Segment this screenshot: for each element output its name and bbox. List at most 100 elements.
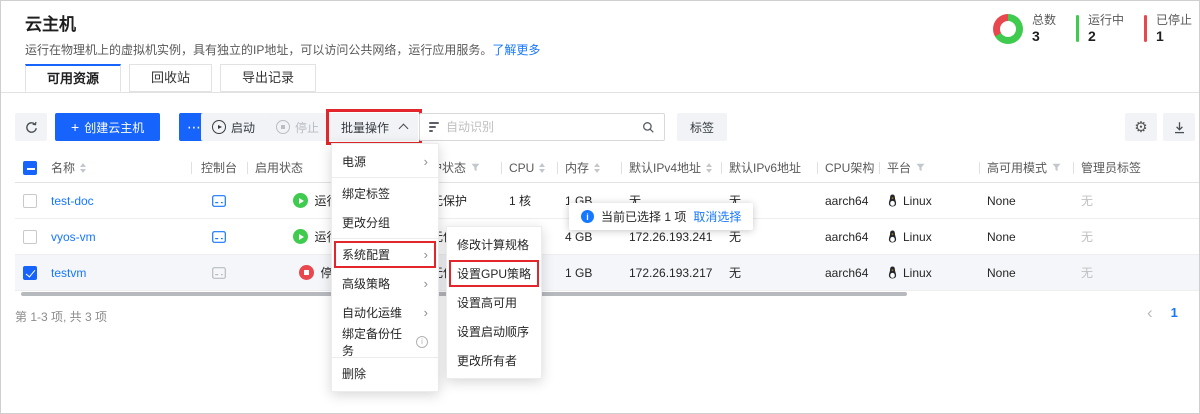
ipv4-value: 172.26.193.241 xyxy=(621,230,721,244)
sort-icon[interactable] xyxy=(80,163,86,173)
description-text: 运行在物理机上的虚拟机实例，具有独立的IP地址，可以访问公共网络，运行应用服务。 xyxy=(25,43,492,57)
status-donut-chart xyxy=(993,14,1023,44)
arch-value: aarch64 xyxy=(817,266,879,280)
submenu-item-set-gpu-policy[interactable]: 设置GPU策略 xyxy=(447,259,541,288)
tag-button[interactable]: 标签 xyxy=(677,113,727,141)
cpu-value: 1 核 xyxy=(501,192,557,209)
memory-value: 1 GB xyxy=(557,266,621,280)
menu-item-power[interactable]: 电源› xyxy=(332,147,438,176)
ha-value: None xyxy=(979,194,1073,208)
submenu-item-set-high-availability[interactable]: 设置高可用 xyxy=(447,288,541,317)
submenu-arrow-icon: › xyxy=(424,154,428,169)
row-checkbox[interactable] xyxy=(23,194,37,208)
col-platform[interactable]: 平台 xyxy=(879,159,979,176)
submenu-item-set-boot-order[interactable]: 设置启动顺序 xyxy=(447,317,541,346)
batch-operations-menu: 电源› 绑定标签 更改分组 系统配置› 高级策略› 自动化运维› 绑定备份任务i… xyxy=(331,143,439,392)
table-header-row: 名称 控制台 启用状态 保护状态 CPU 内存 默认IPv4地址 默认IPv6地… xyxy=(15,153,1199,183)
current-page[interactable]: 1 xyxy=(1171,305,1178,320)
refresh-button[interactable] xyxy=(15,113,47,141)
col-cpu-arch[interactable]: CPU架构 xyxy=(817,159,879,176)
prev-page-icon[interactable]: ‹ xyxy=(1147,304,1153,321)
menu-item-system-config[interactable]: 系统配置› xyxy=(332,240,438,269)
vm-name-link[interactable]: test-doc xyxy=(51,194,94,208)
search-input[interactable] xyxy=(446,120,635,134)
export-download-button[interactable] xyxy=(1163,113,1195,141)
col-ha-mode[interactable]: 高可用模式 xyxy=(979,159,1073,176)
admin-tag-value: 无 xyxy=(1073,264,1199,281)
platform-text: Linux xyxy=(903,266,932,280)
menu-item-automation-ops[interactable]: 自动化运维› xyxy=(332,298,438,327)
menu-item-change-group[interactable]: 更改分组 xyxy=(332,208,438,237)
learn-more-link[interactable]: 了解更多 xyxy=(492,43,540,57)
menu-item-delete[interactable]: 删除 xyxy=(332,359,438,388)
stop-button[interactable]: 停止 xyxy=(265,113,330,141)
tab-export-records[interactable]: 导出记录 xyxy=(220,64,316,92)
menu-item-advanced-policy[interactable]: 高级策略› xyxy=(332,269,438,298)
row-checkbox[interactable] xyxy=(23,266,37,280)
console-icon[interactable] xyxy=(212,195,226,207)
stat-running-label: 运行中 xyxy=(1088,13,1124,27)
page-header: 云主机 运行在物理机上的虚拟机实例，具有独立的IP地址，可以访问公共网络，运行应… xyxy=(1,1,1199,58)
menu-item-bind-backup-task[interactable]: 绑定备份任务i xyxy=(332,327,438,356)
create-vm-button[interactable]: + 创建云主机 xyxy=(55,113,160,141)
stat-stopped-value: 1 xyxy=(1156,29,1192,44)
stat-total-label: 总数 xyxy=(1032,13,1056,27)
toolbar: + 创建云主机 ⋯ 启动 停止 批量操作 标签 ⚙ xyxy=(1,113,1199,141)
linux-tux-icon xyxy=(887,194,898,207)
system-config-submenu: 修改计算规格 设置GPU策略 设置高可用 设置启动顺序 更改所有者 xyxy=(446,226,542,379)
col-ipv4[interactable]: 默认IPv4地址 xyxy=(621,159,721,176)
status-stats: 总数 3 运行中 2 已停止 1 xyxy=(993,13,1200,44)
chevron-up-icon xyxy=(399,124,409,134)
search-icon[interactable] xyxy=(642,121,655,134)
stat-running: 运行中 2 xyxy=(1076,13,1124,44)
submenu-arrow-icon: › xyxy=(424,276,428,291)
platform-text: Linux xyxy=(903,194,932,208)
vm-name-link[interactable]: vyos-vm xyxy=(51,230,96,244)
memory-value: 4 GB xyxy=(557,230,621,244)
sort-icon[interactable] xyxy=(539,163,545,173)
sort-icon[interactable] xyxy=(706,163,712,173)
col-memory[interactable]: 内存 xyxy=(557,159,621,176)
start-button[interactable]: 启动 xyxy=(201,113,266,141)
tab-available-resources[interactable]: 可用资源 xyxy=(25,64,121,92)
filter-funnel-icon[interactable] xyxy=(471,163,480,172)
download-icon xyxy=(1173,121,1186,134)
admin-tag-value: 无 xyxy=(1073,192,1199,209)
row-checkbox[interactable] xyxy=(23,230,37,244)
col-cpu[interactable]: CPU xyxy=(501,161,557,175)
vm-name-link[interactable]: testvm xyxy=(51,266,86,280)
platform-cell: Linux xyxy=(879,230,979,244)
filter-lines-icon xyxy=(429,122,439,132)
submenu-item-change-owner[interactable]: 更改所有者 xyxy=(447,346,541,375)
admin-tag-value: 无 xyxy=(1073,228,1199,245)
running-status-icon xyxy=(293,193,308,208)
arch-value: aarch64 xyxy=(817,230,879,244)
cloud-vm-console: 云主机 运行在物理机上的虚拟机实例，具有独立的IP地址，可以访问公共网络，运行应… xyxy=(0,0,1200,414)
plus-icon: + xyxy=(71,120,79,134)
deselect-link[interactable]: 取消选择 xyxy=(693,208,741,225)
sort-icon[interactable] xyxy=(594,163,600,173)
batch-operations-button[interactable]: 批量操作 xyxy=(330,113,418,141)
refresh-icon xyxy=(25,121,38,134)
submenu-arrow-icon: › xyxy=(424,247,428,262)
pagination-summary: 第 1-3 项, 共 3 项 xyxy=(15,308,107,325)
filter-funnel-icon[interactable] xyxy=(1052,163,1061,172)
filter-funnel-icon[interactable] xyxy=(916,163,925,172)
menu-divider xyxy=(332,238,438,239)
submenu-item-modify-compute-spec[interactable]: 修改计算规格 xyxy=(447,230,541,259)
console-icon[interactable] xyxy=(212,231,226,243)
search-box xyxy=(419,113,665,141)
col-console: 控制台 xyxy=(191,159,247,176)
selection-tooltip: i 当前已选择 1 项 取消选择 xyxy=(569,203,753,230)
linux-tux-icon xyxy=(887,230,898,243)
stopped-status-icon xyxy=(299,265,314,280)
running-indicator-bar xyxy=(1076,15,1079,42)
tab-recycle-bin[interactable]: 回收站 xyxy=(129,64,212,92)
selection-text: 当前已选择 1 项 xyxy=(601,208,686,225)
console-icon[interactable] xyxy=(212,267,226,279)
select-all-checkbox[interactable] xyxy=(23,161,37,175)
stat-running-value: 2 xyxy=(1088,29,1124,44)
col-name[interactable]: 名称 xyxy=(51,159,191,176)
menu-item-bind-tag[interactable]: 绑定标签 xyxy=(332,179,438,208)
column-settings-button[interactable]: ⚙ xyxy=(1125,113,1157,141)
